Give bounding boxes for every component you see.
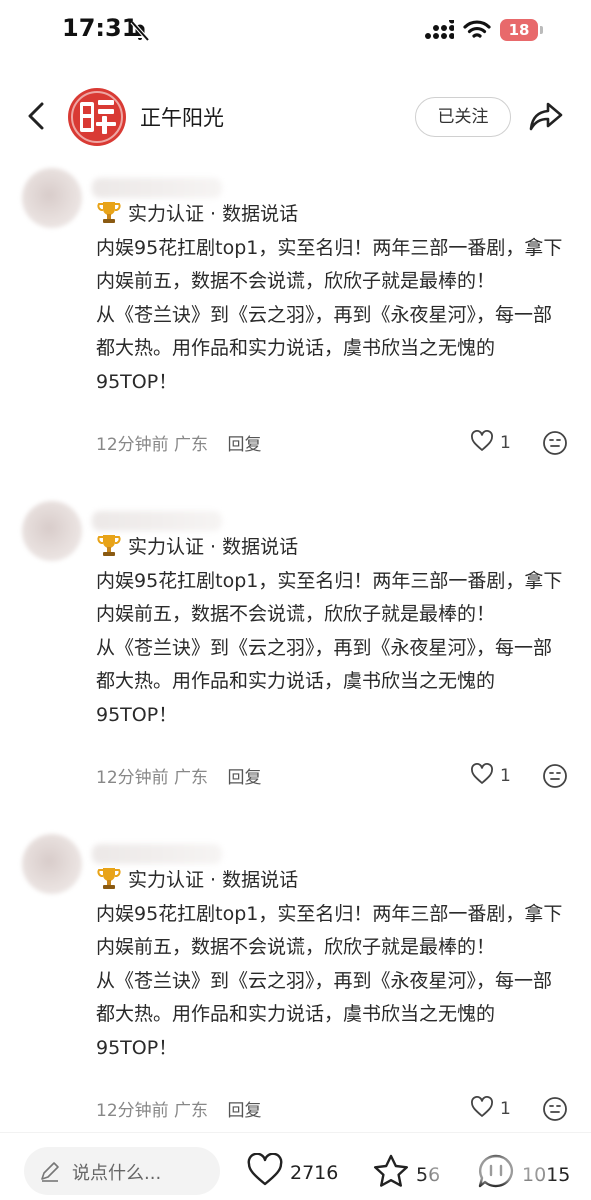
comment-location: 广东 [174,768,209,788]
comment-line-body: 内娱95花扛剧top1，实至名归！两年三部一番剧，拿下内娱前五，数据不会说谎，欣… [96,902,563,959]
comment-line-title: 实力认证 · 数据说话 [128,203,299,225]
comment-time: 12分钟前 [96,1101,169,1121]
star-icon [374,1154,408,1187]
comment-line-title: 实力认证 · 数据说话 [128,869,299,891]
heart-icon [247,1152,283,1186]
trophy-icon [97,868,121,889]
comment-author-blurred[interactable] [92,511,222,531]
comment-line-body-2: 从《苍兰诀》到《云之羽》，再到《永夜星河》，每一部都大热。用作品和实力说话，虞书… [96,969,553,1059]
heart-outline-icon [471,430,493,451]
comment-meta: 12分钟前 广东 回复 [96,1096,261,1121]
heart-outline-icon [471,763,493,784]
wifi-icon [463,20,491,38]
comment-item: 实力认证 · 数据说话 内娱95花扛剧top1，实至名归！两年三部一番剧，拿下内… [0,834,591,1154]
trophy-icon [97,202,121,223]
avatar[interactable] [22,834,82,894]
bell-off-icon [130,20,150,42]
comment-text: 实力认证 · 数据说话 内娱95花扛剧top1，实至名归！两年三部一番剧，拿下内… [96,198,566,399]
battery-cap [540,26,543,34]
avatar[interactable] [22,501,82,561]
brand-logo-icon [80,100,116,134]
comment-location: 广东 [174,1101,209,1121]
chevron-left-icon[interactable] [20,96,54,136]
share-arrow-icon[interactable] [528,98,564,134]
pen-icon [41,1162,59,1182]
comment-author-blurred[interactable] [92,844,222,864]
trophy-icon [97,535,121,556]
status-time: 17:31 [62,14,139,42]
like-count: 2716 [290,1162,339,1184]
reply-button[interactable]: 回复 [227,1101,261,1121]
comment-like-count: 1 [500,766,511,786]
comment-line-body: 内娱95花扛剧top1，实至名归！两年三部一番剧，拿下内娱前五，数据不会说谎，欣… [96,236,563,293]
comment-input[interactable]: 说点什么... [24,1147,220,1195]
comment-like-button[interactable]: 1 [470,763,511,787]
avatar[interactable] [22,168,82,228]
heart-outline-icon [471,1096,493,1117]
reply-button[interactable]: 回复 [227,768,261,788]
comment-line-body-2: 从《苍兰诀》到《云之羽》，再到《永夜星河》，每一部都大热。用作品和实力说话，虞书… [96,303,553,393]
comment-like-count: 1 [500,433,511,453]
comment-author-blurred[interactable] [92,178,222,198]
comment-like-button[interactable]: 1 [470,430,511,454]
comment-item: 实力认证 · 数据说话 内娱95花扛剧top1，实至名归！两年三部一番剧，拿下内… [0,168,591,488]
comment-time: 12分钟前 [96,768,169,788]
avatar[interactable] [68,88,126,146]
comment-text: 实力认证 · 数据说话 内娱95花扛剧top1，实至名归！两年三部一番剧，拿下内… [96,864,566,1065]
comment-location: 广东 [174,435,209,455]
status-bar: 17:31 18 [0,0,591,62]
comment-text: 实力认证 · 数据说话 内娱95花扛剧top1，实至名归！两年三部一番剧，拿下内… [96,531,566,732]
like-button[interactable]: 2716 [246,1152,339,1189]
comment-line-body-2: 从《苍兰诀》到《云之羽》，再到《永夜星河》，每一部都大热。用作品和实力说话，虞书… [96,636,553,726]
signal-icon [425,20,454,39]
comment-like-button[interactable]: 1 [470,1096,511,1120]
username[interactable]: 正午阳光 [140,102,224,132]
emoji-icon[interactable] [542,763,568,789]
watermark-blur [428,1155,548,1183]
emoji-icon[interactable] [542,430,568,456]
comment-line-title: 实力认证 · 数据说话 [128,536,299,558]
comment-time: 12分钟前 [96,435,169,455]
follow-button[interactable]: 已关注 [415,97,511,137]
emoji-icon[interactable] [542,1096,568,1122]
comment-meta: 12分钟前 广东 回复 [96,430,261,455]
profile-header: 正午阳光 已关注 [0,78,591,154]
battery-icon: 18 [500,19,538,41]
comment-item: 实力认证 · 数据说话 内娱95花扛剧top1，实至名归！两年三部一番剧，拿下内… [0,501,591,821]
comment-input-placeholder: 说点什么... [72,1163,162,1184]
comment-line-body: 内娱95花扛剧top1，实至名归！两年三部一番剧，拿下内娱前五，数据不会说谎，欣… [96,569,563,626]
comment-meta: 12分钟前 广东 回复 [96,763,261,788]
reply-button[interactable]: 回复 [227,435,261,455]
comment-like-count: 1 [500,1099,511,1119]
